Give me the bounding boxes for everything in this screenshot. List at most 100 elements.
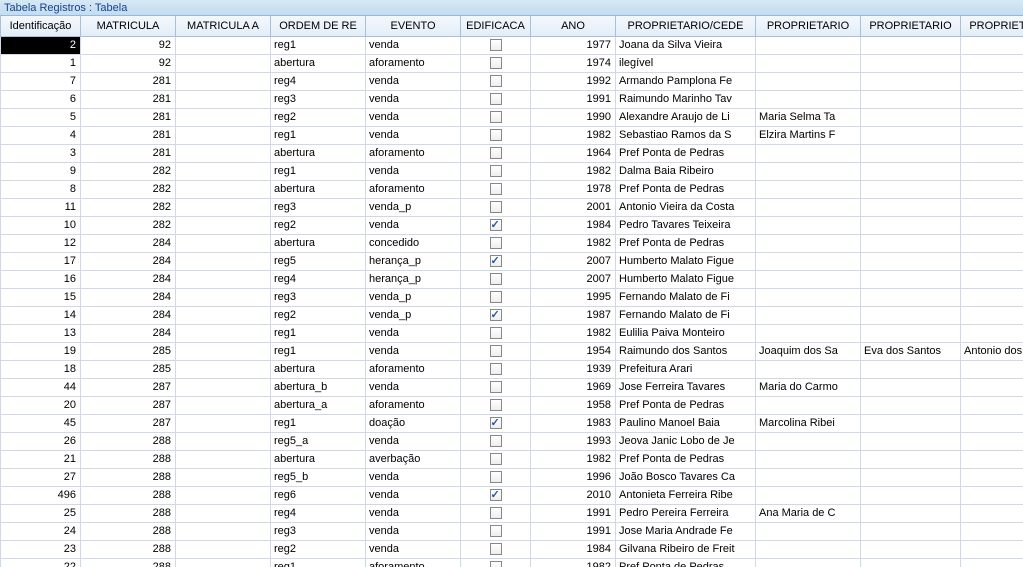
table-row[interactable]: 44287abertura_bvenda1969Jose Ferreira Ta… bbox=[1, 378, 1023, 396]
cell-evento[interactable]: venda bbox=[366, 486, 461, 504]
cell-prop1[interactable]: Jeova Janic Lobo de Je bbox=[616, 432, 756, 450]
cell-edificaca[interactable] bbox=[461, 108, 531, 126]
cell-ordem[interactable]: reg1 bbox=[271, 324, 366, 342]
cell-prop4[interactable] bbox=[961, 180, 1023, 198]
table-row[interactable]: 26288reg5_avenda1993Jeova Janic Lobo de … bbox=[1, 432, 1023, 450]
cell-ordem[interactable]: reg2 bbox=[271, 108, 366, 126]
cell-prop4[interactable] bbox=[961, 306, 1023, 324]
cell-evento[interactable]: averbação bbox=[366, 450, 461, 468]
cell-prop2[interactable] bbox=[756, 396, 861, 414]
cell-id[interactable]: 8 bbox=[1, 180, 81, 198]
cell-matricula[interactable]: 288 bbox=[81, 558, 176, 567]
cell-prop4[interactable] bbox=[961, 468, 1023, 486]
cell-prop1[interactable]: Prefeitura Arari bbox=[616, 360, 756, 378]
cell-prop4[interactable] bbox=[961, 360, 1023, 378]
cell-matricula-a[interactable] bbox=[176, 306, 271, 324]
checkbox-icon[interactable] bbox=[490, 435, 502, 447]
col-matricula[interactable]: MATRICULA bbox=[81, 16, 176, 36]
cell-ano[interactable]: 2007 bbox=[531, 270, 616, 288]
cell-prop3[interactable] bbox=[861, 486, 961, 504]
cell-prop4[interactable] bbox=[961, 270, 1023, 288]
cell-ano[interactable]: 1939 bbox=[531, 360, 616, 378]
cell-ano[interactable]: 1995 bbox=[531, 288, 616, 306]
cell-matricula[interactable]: 282 bbox=[81, 198, 176, 216]
cell-id[interactable]: 5 bbox=[1, 108, 81, 126]
cell-matricula-a[interactable] bbox=[176, 198, 271, 216]
cell-prop2[interactable] bbox=[756, 162, 861, 180]
cell-edificaca[interactable] bbox=[461, 144, 531, 162]
cell-matricula[interactable]: 282 bbox=[81, 162, 176, 180]
cell-evento[interactable]: venda bbox=[366, 504, 461, 522]
cell-ano[interactable]: 1996 bbox=[531, 468, 616, 486]
cell-edificaca[interactable] bbox=[461, 270, 531, 288]
cell-matricula-a[interactable] bbox=[176, 540, 271, 558]
cell-ordem[interactable]: reg3 bbox=[271, 288, 366, 306]
cell-matricula-a[interactable] bbox=[176, 90, 271, 108]
cell-ordem[interactable]: reg1 bbox=[271, 342, 366, 360]
cell-edificaca[interactable] bbox=[461, 504, 531, 522]
cell-matricula[interactable]: 284 bbox=[81, 252, 176, 270]
cell-ano[interactable]: 1992 bbox=[531, 72, 616, 90]
table-row[interactable]: 18285aberturaaforamento1939Prefeitura Ar… bbox=[1, 360, 1023, 378]
cell-prop1[interactable]: Armando Pamplona Fe bbox=[616, 72, 756, 90]
cell-prop2[interactable]: Elzira Martins F bbox=[756, 126, 861, 144]
checkbox-icon[interactable] bbox=[490, 129, 502, 141]
cell-edificaca[interactable] bbox=[461, 558, 531, 567]
cell-matricula[interactable]: 284 bbox=[81, 306, 176, 324]
cell-evento[interactable]: venda bbox=[366, 522, 461, 540]
cell-matricula-a[interactable] bbox=[176, 72, 271, 90]
cell-matricula-a[interactable] bbox=[176, 360, 271, 378]
cell-prop4[interactable] bbox=[961, 450, 1023, 468]
cell-prop4[interactable] bbox=[961, 432, 1023, 450]
cell-prop1[interactable]: Fernando Malato de Fi bbox=[616, 288, 756, 306]
cell-prop2[interactable] bbox=[756, 468, 861, 486]
cell-id[interactable]: 12 bbox=[1, 234, 81, 252]
cell-prop2[interactable] bbox=[756, 360, 861, 378]
cell-id[interactable]: 24 bbox=[1, 522, 81, 540]
col-proprietario-2[interactable]: PROPRIETARIO bbox=[756, 16, 861, 36]
table-row[interactable]: 19285reg1venda1954Raimundo dos SantosJoa… bbox=[1, 342, 1023, 360]
cell-ano[interactable]: 1982 bbox=[531, 126, 616, 144]
cell-id[interactable]: 45 bbox=[1, 414, 81, 432]
cell-prop4[interactable] bbox=[961, 162, 1023, 180]
cell-ano[interactable]: 1991 bbox=[531, 90, 616, 108]
cell-id[interactable]: 9 bbox=[1, 162, 81, 180]
cell-prop2[interactable] bbox=[756, 306, 861, 324]
table-row[interactable]: 16284reg4herança_p2007Humberto Malato Fi… bbox=[1, 270, 1023, 288]
cell-ordem[interactable]: abertura bbox=[271, 360, 366, 378]
cell-prop3[interactable] bbox=[861, 360, 961, 378]
cell-matricula[interactable]: 288 bbox=[81, 522, 176, 540]
checkbox-icon[interactable] bbox=[490, 147, 502, 159]
cell-matricula[interactable]: 288 bbox=[81, 486, 176, 504]
checkbox-icon[interactable] bbox=[490, 75, 502, 87]
cell-id[interactable]: 17 bbox=[1, 252, 81, 270]
cell-edificaca[interactable] bbox=[461, 36, 531, 54]
cell-matricula-a[interactable] bbox=[176, 270, 271, 288]
cell-ano[interactable]: 1982 bbox=[531, 450, 616, 468]
cell-prop4[interactable] bbox=[961, 90, 1023, 108]
cell-ordem[interactable]: reg2 bbox=[271, 216, 366, 234]
cell-prop3[interactable] bbox=[861, 162, 961, 180]
cell-edificaca[interactable] bbox=[461, 396, 531, 414]
cell-prop2[interactable] bbox=[756, 324, 861, 342]
table-row[interactable]: 21288aberturaaverbação1982Pref Ponta de … bbox=[1, 450, 1023, 468]
cell-prop1[interactable]: Jose Maria Andrade Fe bbox=[616, 522, 756, 540]
cell-ano[interactable]: 1993 bbox=[531, 432, 616, 450]
cell-prop3[interactable] bbox=[861, 234, 961, 252]
cell-edificaca[interactable] bbox=[461, 414, 531, 432]
cell-evento[interactable]: venda bbox=[366, 216, 461, 234]
cell-edificaca[interactable] bbox=[461, 252, 531, 270]
cell-ordem[interactable]: reg2 bbox=[271, 540, 366, 558]
cell-prop4[interactable] bbox=[961, 324, 1023, 342]
cell-id[interactable]: 6 bbox=[1, 90, 81, 108]
cell-prop2[interactable] bbox=[756, 288, 861, 306]
cell-prop4[interactable] bbox=[961, 108, 1023, 126]
cell-prop3[interactable] bbox=[861, 432, 961, 450]
checkbox-icon[interactable] bbox=[490, 291, 502, 303]
checkbox-icon[interactable] bbox=[490, 363, 502, 375]
cell-prop3[interactable] bbox=[861, 414, 961, 432]
cell-evento[interactable]: aforamento bbox=[366, 558, 461, 567]
cell-prop2[interactable] bbox=[756, 72, 861, 90]
cell-ordem[interactable]: reg5_a bbox=[271, 432, 366, 450]
cell-evento[interactable]: venda bbox=[366, 324, 461, 342]
